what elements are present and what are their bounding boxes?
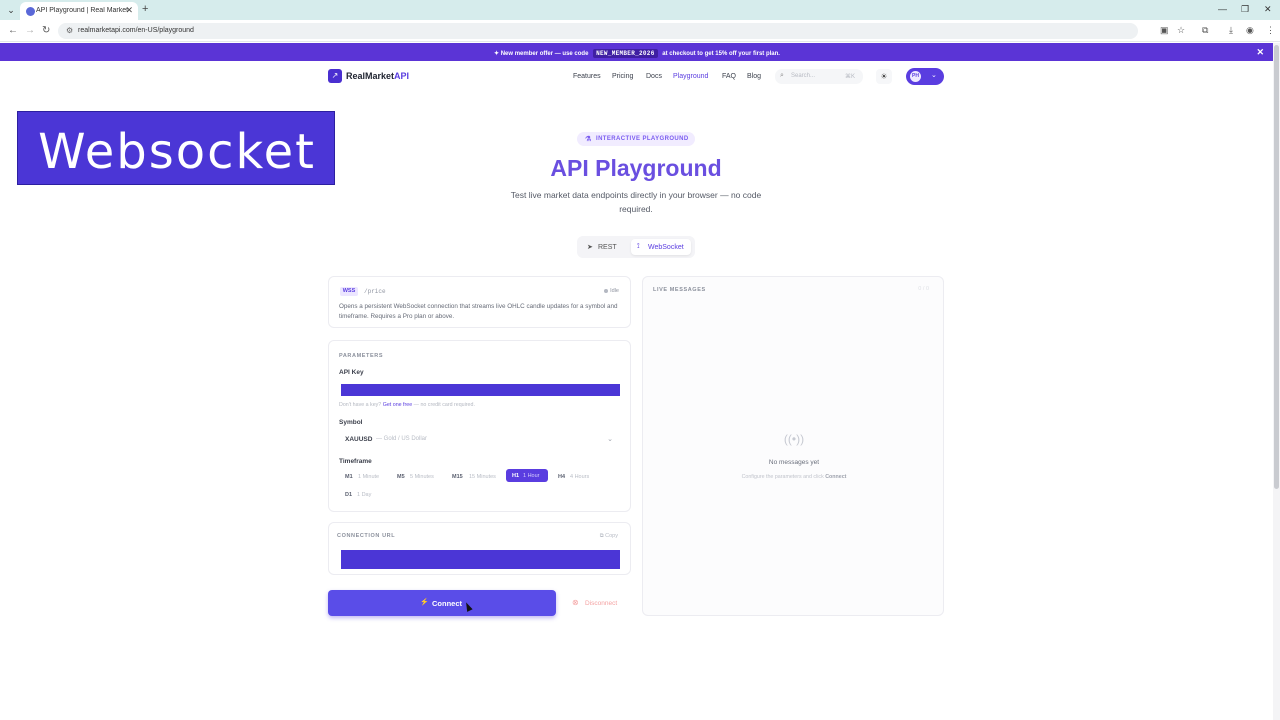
scroll-thumb[interactable]	[1274, 45, 1279, 489]
install-app-icon[interactable]: ▣	[1160, 25, 1169, 36]
avatar: PH	[910, 71, 921, 82]
timeframe-h1[interactable]: H1 1 Hour	[506, 469, 548, 482]
parameters-card: PARAMETERS API Key Don't have a key? Get…	[328, 340, 631, 512]
page-subtitle: Test live market data endpoints directly…	[510, 190, 762, 214]
timeframe-m1[interactable]: M1 1 Minute	[339, 470, 384, 483]
copy-button[interactable]: ⧉ Copy	[600, 533, 618, 540]
api-key-label: API Key	[339, 369, 364, 376]
minimize-icon[interactable]: —	[1218, 4, 1227, 14]
symbol-value: XAUUSD	[345, 436, 373, 443]
search-placeholder: Search...	[791, 73, 816, 79]
hero-badge: ⚗ INTERACTIVE PLAYGROUND	[577, 132, 695, 146]
page-scrollbar[interactable]	[1273, 43, 1280, 720]
timeframe-m15[interactable]: M15 15 Minutes	[446, 470, 500, 483]
timeframe-m5[interactable]: M5 5 Minutes	[391, 470, 439, 483]
timeframe-d1[interactable]: D1 1 Day	[339, 488, 379, 501]
promo-text-before: New member offer — use code	[500, 51, 589, 57]
disconnect-button[interactable]: ⊗ Disconnect	[565, 595, 631, 611]
address-bar[interactable]: ⚙ realmarketapi.com/en-US/playground	[58, 23, 1138, 39]
url-text: realmarketapi.com/en-US/playground	[78, 27, 194, 34]
method-badge: WSS	[340, 287, 358, 296]
get-key-link[interactable]: Get one free	[383, 402, 412, 408]
nav-blog[interactable]: Blog	[747, 73, 761, 80]
copy-icon: ⧉	[599, 533, 604, 539]
nav-docs[interactable]: Docs	[646, 73, 662, 80]
live-messages-title: LIVE MESSAGES	[653, 287, 706, 293]
timeframe-h4[interactable]: H4 4 Hours	[552, 470, 596, 483]
promo-code: NEW_MEMBER_2026	[593, 49, 658, 58]
api-key-help: Don't have a key? Get one free — no cred…	[339, 402, 475, 408]
menu-kebab-icon[interactable]: ⋮	[1266, 25, 1275, 36]
browser-tab[interactable]: API Playground | Real Market A ✕	[20, 2, 138, 20]
stop-circle-icon: ⊗	[572, 598, 579, 607]
tab-search-icon[interactable]: ⌄	[4, 3, 18, 17]
bookmark-star-icon[interactable]: ☆	[1177, 25, 1185, 36]
connection-url-field[interactable]	[341, 550, 620, 569]
websocket-overlay: Websocket	[17, 111, 335, 185]
nav-features[interactable]: Features	[573, 73, 601, 80]
nav-faq[interactable]: FAQ	[722, 73, 736, 80]
endpoint-description: Opens a persistent WebSocket connection …	[339, 303, 618, 320]
api-key-input[interactable]	[341, 384, 620, 396]
favicon-icon	[26, 7, 35, 16]
protocol-toggle: ➤ REST ⟟ WebSocket	[577, 236, 695, 258]
send-icon: ➤	[587, 244, 593, 251]
symbol-label: Symbol	[339, 419, 363, 426]
tab-title: API Playground | Real Market A	[36, 7, 128, 14]
browser-tabbar: ⌄ API Playground | Real Market A ✕ + — ❐…	[0, 0, 1280, 20]
page-title: API Playground	[550, 155, 722, 181]
status-dot-icon	[604, 288, 609, 293]
chevron-down-icon: ⌄	[607, 436, 613, 443]
plug-icon: ⚡	[420, 599, 429, 606]
symbol-description: — Gold / US Dollar	[376, 436, 428, 442]
endpoint-card: WSS /price Idle Opens a persistent WebSo…	[328, 276, 631, 328]
connection-url-card: CONNECTION URL ⧉ Copy	[328, 522, 631, 575]
parameters-title: PARAMETERS	[339, 353, 384, 359]
timeframe-label: Timeframe	[339, 458, 372, 465]
status-badge: Idle	[604, 288, 619, 294]
promo-text-after: at checkout to get 15% off your first pl…	[662, 51, 780, 57]
nav-pricing[interactable]: Pricing	[612, 73, 633, 80]
chevron-down-icon: ⌄	[931, 72, 937, 79]
logo-chart-icon: ↗	[328, 69, 342, 83]
new-tab-icon[interactable]: +	[142, 3, 148, 15]
profile-icon[interactable]: ◉	[1246, 25, 1254, 36]
close-tab-icon[interactable]: ✕	[125, 5, 133, 16]
close-banner-icon[interactable]: ✕	[1256, 47, 1264, 58]
message-count: 0 / 0	[918, 286, 929, 292]
user-menu-button[interactable]: PH ⌄	[906, 68, 944, 85]
overlay-title: Websocket	[38, 124, 316, 180]
empty-state-title: No messages yet	[768, 459, 820, 466]
empty-state-subtitle: Configure the parameters and click Conne…	[741, 474, 847, 480]
site-info-icon[interactable]: ⚙	[66, 26, 73, 35]
search-shortcut: ⌘K	[844, 74, 855, 80]
browser-navbar: ← → ↻ ⚙ realmarketapi.com/en-US/playgrou…	[0, 20, 1280, 42]
live-messages-panel: LIVE MESSAGES 0 / 0 ((•)) No messages ye…	[642, 276, 944, 616]
broadcast-icon: ⟟	[637, 243, 640, 250]
theme-toggle-sun-icon[interactable]: ☀	[876, 69, 892, 84]
extensions-icon[interactable]: ⧉	[1202, 25, 1208, 36]
tab-rest[interactable]: ➤ REST	[581, 239, 629, 255]
site-search-input[interactable]: ⌕ Search... ⌘K	[775, 69, 863, 84]
forward-icon[interactable]: →	[25, 25, 35, 36]
tab-websocket[interactable]: ⟟ WebSocket	[631, 239, 691, 255]
download-icon[interactable]: ⤓	[1229, 25, 1233, 36]
nav-playground[interactable]: Playground	[673, 73, 708, 80]
search-icon: ⌕	[780, 72, 784, 79]
endpoint-path: /price	[364, 288, 386, 295]
brand-name: RealMarketAPI	[346, 71, 410, 81]
connection-url-title: CONNECTION URL	[337, 533, 396, 539]
broadcast-icon: ((•))	[783, 432, 805, 446]
maximize-icon[interactable]: ❐	[1241, 4, 1249, 15]
promo-banner: ✦ New member offer — use code NEW_MEMBER…	[0, 43, 1274, 61]
window-close-icon[interactable]: ✕	[1264, 4, 1272, 15]
flask-icon: ⚗	[585, 136, 592, 143]
gift-icon: ✦	[494, 51, 500, 57]
reload-icon[interactable]: ↻	[42, 25, 50, 36]
back-icon[interactable]: ←	[8, 25, 18, 36]
connect-button[interactable]: ⚡ Connect	[328, 590, 556, 616]
symbol-select[interactable]: XAUUSD — Gold / US Dollar ⌄	[340, 432, 621, 446]
